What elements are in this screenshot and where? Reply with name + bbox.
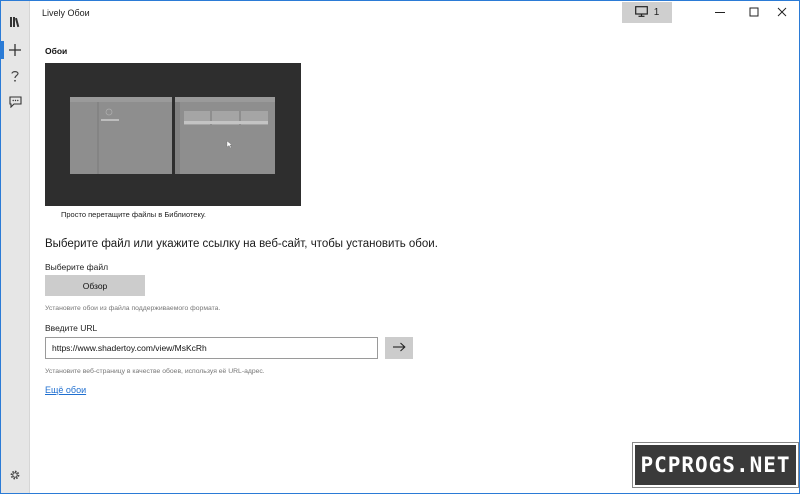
more-wallpapers-link[interactable]: Ещё обои xyxy=(45,385,86,395)
monitor-select-button[interactable]: 1 xyxy=(622,2,672,23)
monitor-count: 1 xyxy=(653,7,660,18)
settings-icon[interactable] xyxy=(1,462,29,488)
browse-button[interactable]: Обзор xyxy=(45,275,145,296)
url-label: Введите URL xyxy=(45,323,98,333)
nav-rail xyxy=(1,1,30,493)
feedback-icon[interactable] xyxy=(1,89,29,115)
minimize-button[interactable] xyxy=(703,2,737,23)
section-title: Обои xyxy=(45,46,68,56)
app-window: Lively Обои 1 Обои Просто перетащите фай… xyxy=(0,0,800,494)
minimize-icon xyxy=(715,4,725,22)
title-bar: Lively Обои xyxy=(30,1,799,27)
url-go-button[interactable] xyxy=(385,337,413,359)
help-icon[interactable] xyxy=(1,63,29,89)
file-label: Выберите файл xyxy=(45,262,109,272)
url-input[interactable] xyxy=(45,337,378,359)
add-icon[interactable] xyxy=(1,37,29,63)
drag-drop-preview-image xyxy=(45,63,301,206)
page-heading: Выберите файл или укажите ссылку на веб-… xyxy=(45,238,438,250)
app-title: Lively Обои xyxy=(42,8,90,18)
close-icon xyxy=(777,4,787,22)
file-hint: Установите обои из файла поддерживаемого… xyxy=(45,305,221,312)
preview-caption: Просто перетащите файлы в Библиотеку. xyxy=(61,210,206,219)
maximize-icon xyxy=(749,4,759,22)
arrow-right-icon xyxy=(392,339,406,357)
library-icon[interactable] xyxy=(1,9,29,35)
close-button[interactable] xyxy=(765,2,799,23)
watermark: PCPROGS.NET xyxy=(633,443,798,487)
url-hint: Установите веб-страницу в качестве обоев… xyxy=(45,368,265,375)
monitor-icon xyxy=(634,5,648,20)
